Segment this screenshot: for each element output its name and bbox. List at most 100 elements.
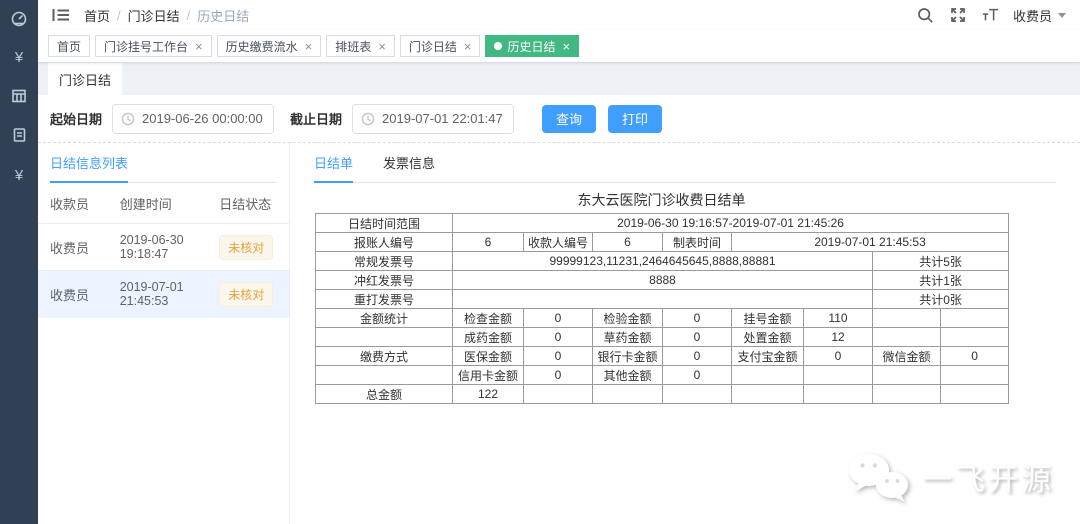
tags-view-tab[interactable]: 历史缴费流水 ×: [216, 35, 322, 57]
active-dot: [494, 42, 503, 50]
tab-settlement-info-list[interactable]: 日结信息列表: [50, 153, 129, 183]
report-cell: [731, 365, 804, 385]
report-cell: 成药金额: [452, 327, 524, 347]
list-item[interactable]: 收费员 2019-07-01 21:45:53 未核对: [38, 271, 289, 318]
report-table: 日结时间范围 2019-06-30 19:16:57-2019-07-01 21:…: [315, 213, 1010, 404]
report-cell: 0: [662, 346, 732, 366]
cashier-yuan-icon[interactable]: ¥: [0, 162, 38, 188]
report-cell: 0: [662, 308, 732, 328]
report-cell: 0: [523, 365, 593, 385]
schedule-table-icon[interactable]: [0, 83, 38, 109]
close-icon[interactable]: ×: [464, 40, 472, 53]
report-cell: [939, 308, 1010, 328]
tab-menzhen-rijie[interactable]: 门诊日结: [48, 63, 122, 95]
report-cell: [939, 365, 1010, 385]
status-badge: 未核对: [219, 234, 274, 260]
query-button[interactable]: 查询: [542, 104, 597, 133]
report-cell: 微信金额: [872, 346, 941, 366]
report-row: 常规发票号 99999123,11231,2464645645,8888,8888…: [315, 251, 1010, 271]
report-cell: 检验金额: [592, 308, 663, 328]
fullscreen-icon[interactable]: [949, 6, 967, 24]
clock-icon: [121, 112, 135, 125]
report-cell: 0: [939, 346, 1010, 366]
tab-daily-report[interactable]: 日结单: [314, 153, 354, 183]
column-status: 日结状态: [219, 197, 272, 212]
report-cell: 0: [523, 346, 593, 366]
tags-view-tab[interactable]: 历史日结 ×: [485, 35, 580, 57]
report-row: 金额统计 检查金额 0 检验金额 0 挂号金额 110: [315, 308, 1010, 328]
report-cell: 99999123,11231,2464645645,8888,88881: [452, 251, 873, 271]
settlement-list-panel: 日结信息列表 收款员 创建时间 日结状态 收费员 2019-06-30 19:18…: [38, 143, 290, 524]
report-cell: 2019-06-30 19:16:57-2019-07-01 21:45:26: [451, 213, 1010, 233]
report-cell: 收款人编号: [523, 232, 593, 252]
report-cell: 报账人编号: [315, 232, 453, 252]
report-row: 报账人编号 6 收款人编号 6 制表时间 2019-07-01 21:45:53: [315, 232, 1010, 252]
report-cell: 122: [452, 384, 524, 404]
end-date-label: 截止日期: [290, 112, 343, 127]
font-size-icon[interactable]: [981, 6, 999, 24]
list-item[interactable]: 收费员 2019-06-30 19:18:47 未核对: [38, 224, 289, 271]
close-icon[interactable]: ×: [305, 40, 313, 53]
report-cell: [315, 327, 453, 347]
column-cashier: 收款员: [50, 197, 90, 212]
tag-label: 排班表: [335, 39, 372, 54]
report-cell: [452, 289, 873, 309]
filter-bar: 起始日期 2019-06-26 00:00:00 截止日期 2019-07-01…: [38, 95, 1080, 143]
tags-view-tab[interactable]: 门诊挂号工作台 ×: [95, 35, 212, 57]
yuan-icon[interactable]: ¥: [0, 44, 38, 70]
report-cell: 6: [452, 232, 524, 252]
report-cell: 0: [803, 346, 873, 366]
tags-view-tab[interactable]: 排班表 ×: [326, 35, 395, 57]
report-cell: 缴费方式: [315, 346, 453, 366]
report-cell: [939, 327, 1010, 347]
search-icon[interactable]: [917, 6, 935, 24]
list-body: 收费员 2019-06-30 19:18:47 未核对 收费员 2019-07-01 2…: [38, 224, 289, 318]
close-icon[interactable]: ×: [378, 40, 386, 53]
main-area: 首页 / 门诊日结 / 历史日结 收费员 首页 门诊挂号工作台 × 历史缴费流水 × 排班…: [38, 0, 1080, 524]
report-cell: 共计5张: [871, 251, 1010, 271]
tag-label: 门诊挂号工作台: [104, 39, 189, 54]
dashboard-icon[interactable]: [0, 6, 38, 32]
breadcrumb-menzhen-rijie[interactable]: 门诊日结: [128, 6, 180, 25]
close-icon[interactable]: ×: [562, 40, 570, 53]
column-created-time: 创建时间: [119, 197, 172, 212]
end-date-input[interactable]: 2019-07-01 22:01:47: [352, 103, 515, 134]
tag-label: 门诊日结: [408, 39, 457, 54]
user-dropdown[interactable]: 收费员: [1013, 6, 1066, 25]
report-cell: 共计0张: [871, 289, 1010, 309]
start-date-input[interactable]: 2019-06-26 00:00:00: [112, 103, 275, 134]
report-row: 缴费方式 医保金额 0 银行卡金额 0 支付宝金额 0 微信金额 0: [315, 346, 1010, 366]
page-tab-strip: 门诊日结: [38, 63, 1080, 95]
caret-down-icon: [1058, 12, 1066, 18]
document-icon[interactable]: [0, 122, 38, 148]
report-cell: [523, 384, 593, 404]
report-cell: 110: [803, 308, 873, 328]
report-cell: [939, 384, 1010, 404]
list-panel-tabbar: 日结信息列表: [50, 143, 277, 183]
tab-invoice-info[interactable]: 发票信息: [383, 153, 435, 183]
cashier-cell: 收费员: [50, 287, 90, 303]
tag-label: 首页: [57, 39, 82, 54]
breadcrumb-separator: /: [186, 7, 191, 23]
app-sidebar: ¥ ¥: [0, 0, 38, 524]
start-date-value: 2019-06-26 00:00:00: [142, 111, 263, 126]
report-cell: 草药金额: [592, 327, 663, 347]
detail-tabbar: 日结单 发票信息: [314, 143, 1056, 183]
report-cell: [662, 384, 732, 404]
tags-view-tab[interactable]: 首页: [48, 35, 91, 57]
watermark: 一飞开源: [846, 450, 1054, 504]
report-cell: [731, 384, 804, 404]
navbar: 首页 / 门诊日结 / 历史日结 收费员: [38, 0, 1080, 30]
breadcrumb-home[interactable]: 首页: [84, 6, 110, 25]
close-icon[interactable]: ×: [195, 40, 203, 53]
print-button[interactable]: 打印: [608, 104, 663, 133]
tags-view-tab[interactable]: 门诊日结 ×: [399, 35, 481, 57]
report-row: 信用卡金额 0 其他金额 0: [315, 365, 1010, 385]
user-dropdown-label: 收费员: [1012, 8, 1052, 24]
wechat-icon: [849, 454, 908, 502]
yuan-glyph: ¥: [14, 48, 24, 66]
report-cell: 检查金额: [452, 308, 524, 328]
report-cell: 共计1张: [871, 270, 1010, 290]
breadcrumb-current: 历史日结: [197, 8, 250, 24]
hamburger-icon[interactable]: [52, 7, 70, 23]
